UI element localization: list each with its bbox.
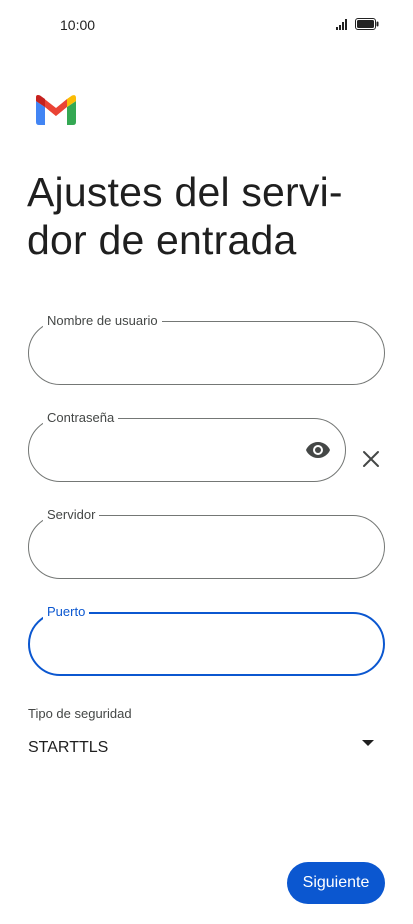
status-icons bbox=[336, 18, 379, 30]
password-input[interactable] bbox=[49, 437, 297, 463]
username-label: Nombre de usuario bbox=[43, 312, 162, 330]
port-label: Puerto bbox=[43, 603, 90, 621]
server-field[interactable]: Servidor bbox=[28, 506, 385, 579]
battery-icon bbox=[355, 18, 379, 30]
security-type-dropdown[interactable]: STARTTLS bbox=[28, 730, 378, 764]
eye-icon bbox=[306, 442, 330, 458]
show-password-button[interactable] bbox=[305, 439, 331, 461]
screen: 10:00 Ajustes del servi-dor de entrada N… bbox=[0, 0, 413, 924]
status-time: 10:00 bbox=[60, 17, 96, 33]
server-input[interactable] bbox=[49, 534, 364, 560]
clear-password-button[interactable] bbox=[360, 448, 382, 470]
server-label: Servidor bbox=[43, 506, 100, 524]
gmail-logo-icon bbox=[36, 95, 76, 125]
security-type-value: STARTTLS bbox=[28, 739, 109, 756]
username-field[interactable]: Nombre de usuario bbox=[28, 312, 385, 385]
page-title: Ajustes del servi-dor de entrada bbox=[27, 169, 343, 263]
port-input[interactable] bbox=[50, 632, 363, 658]
username-input[interactable] bbox=[49, 340, 364, 366]
security-type-label: Tipo de seguridad bbox=[28, 706, 132, 721]
port-field[interactable]: Puerto bbox=[28, 603, 385, 676]
signal-icon bbox=[336, 19, 347, 30]
close-icon bbox=[363, 451, 379, 467]
next-button[interactable]: Siguiente bbox=[287, 862, 385, 904]
password-label: Contraseña bbox=[43, 409, 119, 427]
password-field[interactable]: Contraseña bbox=[28, 409, 346, 482]
dropdown-arrow-icon bbox=[362, 740, 374, 746]
